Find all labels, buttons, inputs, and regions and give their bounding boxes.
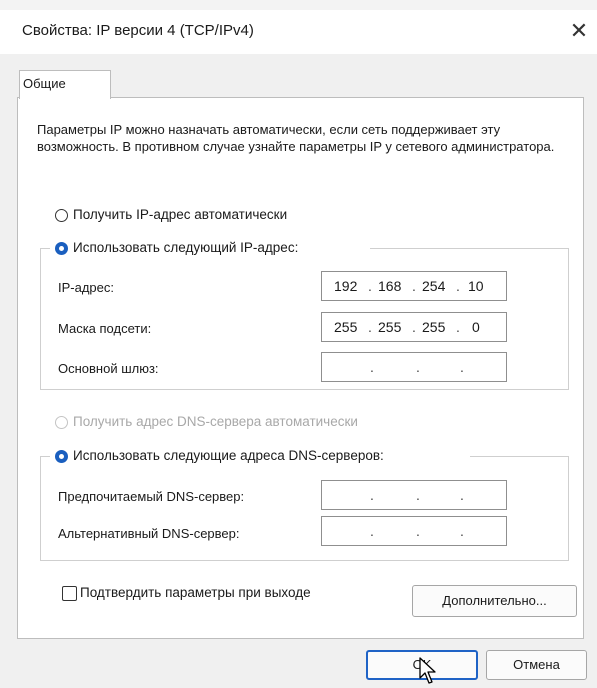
mouse-cursor-icon [419, 657, 436, 684]
octet-3: 254 [422, 278, 446, 294]
octet-dot: . [416, 487, 420, 503]
octet-dot: . [370, 487, 374, 503]
octet-dot: . [416, 359, 420, 375]
octet-4: 10 [468, 278, 484, 294]
octet-dot: . [460, 359, 464, 375]
ip-address-label: IP-адрес: [58, 280, 114, 295]
ip-manual-label: Использовать следующий IP-адрес: [73, 240, 299, 255]
octet-dot: . [416, 523, 420, 539]
octet-dot: . [412, 319, 416, 335]
background-strip [0, 0, 597, 10]
alternate-dns-input[interactable]: . . . [321, 516, 507, 546]
octet-3: 255 [422, 319, 446, 335]
close-icon[interactable]: ✕ [564, 14, 594, 48]
gateway-input[interactable]: . . . [321, 352, 507, 382]
preferred-dns-input[interactable]: . . . [321, 480, 507, 510]
gateway-label: Основной шлюз: [58, 361, 159, 376]
validate-label: Подтвердить параметры при выходе [80, 585, 311, 600]
tab-general-label: Общие [23, 76, 66, 91]
ip-manual-radio[interactable] [55, 242, 68, 255]
octet-dot: . [456, 278, 460, 294]
octet-4: 0 [472, 319, 480, 335]
ip-auto-radio[interactable] [55, 209, 68, 222]
alternate-dns-label: Альтернативный DNS-сервер: [58, 526, 240, 541]
advanced-button[interactable]: Дополнительно... [412, 585, 577, 617]
preferred-dns-label: Предпочитаемый DNS-сервер: [58, 489, 245, 504]
dns-manual-label: Использовать следующие адреса DNS-сервер… [73, 448, 384, 463]
dns-auto-label: Получить адрес DNS-сервера автоматически [73, 414, 358, 429]
octet-dot: . [412, 278, 416, 294]
octet-dot: . [368, 319, 372, 335]
octet-1: 192 [334, 278, 358, 294]
cancel-button[interactable]: Отмена [486, 650, 587, 680]
octet-dot: . [460, 523, 464, 539]
octet-dot: . [460, 487, 464, 503]
description-text: Параметры IP можно назначать автоматичес… [37, 122, 555, 154]
ip-auto-label: Получить IP-адрес автоматически [73, 207, 288, 222]
dns-auto-radio[interactable] [55, 416, 68, 429]
validate-checkbox[interactable] [62, 586, 77, 601]
octet-dot: . [370, 523, 374, 539]
dns-manual-radio[interactable] [55, 450, 68, 463]
ip-address-input[interactable]: 192 . 168 . 254 . 10 [321, 271, 507, 301]
octet-dot: . [456, 319, 460, 335]
octet-dot: . [370, 359, 374, 375]
subnet-mask-input[interactable]: 255 . 255 . 255 . 0 [321, 312, 507, 342]
octet-1: 255 [334, 319, 358, 335]
octet-2: 255 [378, 319, 402, 335]
subnet-mask-label: Маска подсети: [58, 321, 152, 336]
octet-2: 168 [378, 278, 402, 294]
window-title: Свойства: IP версии 4 (TCP/IPv4) [22, 22, 254, 39]
octet-dot: . [368, 278, 372, 294]
